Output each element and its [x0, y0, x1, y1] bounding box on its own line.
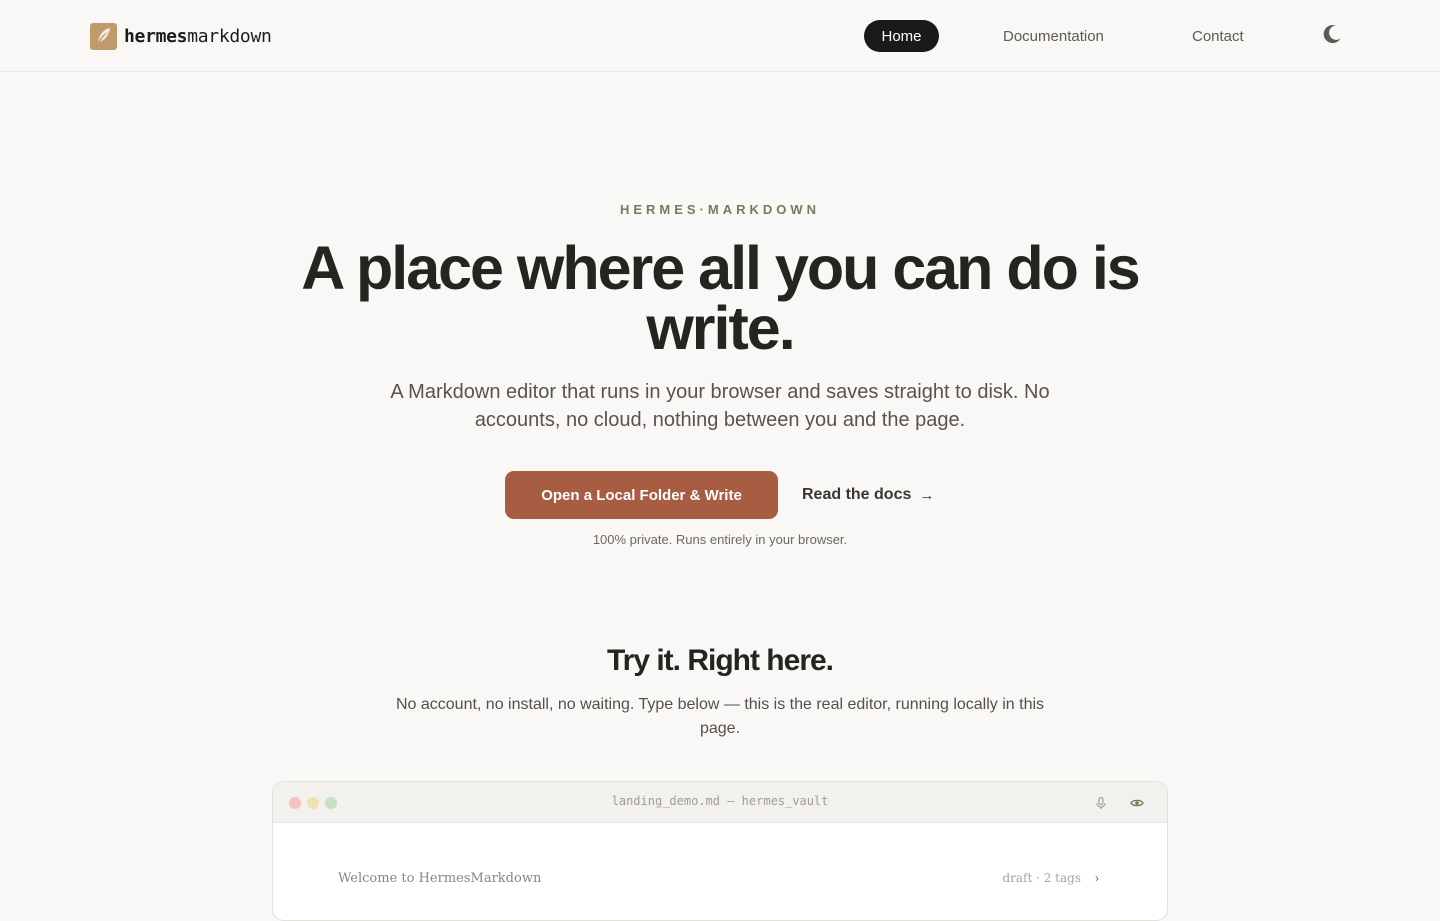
eye-icon[interactable]	[1129, 795, 1145, 811]
hero-eyebrow: HERMES·MARKDOWN	[619, 202, 821, 217]
privacy-note: 100% private. Runs entirely in your brow…	[592, 532, 848, 547]
doc-status: draft · 2 tags	[1002, 871, 1081, 885]
read-docs-link[interactable]: Read the docs →	[802, 471, 934, 519]
read-docs-label: Read the docs	[802, 486, 912, 503]
theme-toggle-button[interactable]	[1320, 24, 1344, 48]
moon-icon	[1321, 23, 1343, 50]
site-header: hermes markdown Home Documentation Conta…	[0, 0, 1440, 72]
hero-headline: A place where all you can do is write.	[301, 234, 1140, 362]
doc-title[interactable]: Welcome to HermesMarkdown	[338, 871, 541, 886]
feather-icon	[90, 22, 117, 50]
brand-name-bold: hermes	[124, 25, 188, 47]
brand-name-light: markdown	[187, 25, 272, 47]
try-section-description: No account, no install, no waiting. Type…	[395, 696, 1045, 737]
arrow-right-icon: →	[919, 486, 935, 504]
hero-subhead: A Markdown editor that runs in your brow…	[390, 381, 1050, 431]
brand-logo-link[interactable]: hermes markdown	[90, 22, 272, 50]
microphone-icon[interactable]	[1093, 795, 1109, 811]
open-local-folder-button[interactable]: Open a Local Folder & Write	[505, 471, 778, 519]
editor-titlebar: landing_demo.md — hermes_vault	[273, 782, 1167, 823]
nav-documentation[interactable]: Documentation	[1003, 20, 1104, 52]
nav-contact[interactable]: Contact	[1192, 20, 1244, 52]
editor-filename: landing_demo.md — hermes_vault	[611, 794, 829, 808]
demo-editor-window: landing_demo.md — hermes_vault Welcome t…	[272, 781, 1168, 921]
try-section-title: Try it. Right here.	[606, 644, 834, 677]
doc-meta-row: Welcome to HermesMarkdown draft · 2 tags…	[273, 871, 1167, 891]
nav-home[interactable]: Home	[864, 20, 939, 52]
chevron-right-icon[interactable]: ›	[1095, 871, 1099, 885]
